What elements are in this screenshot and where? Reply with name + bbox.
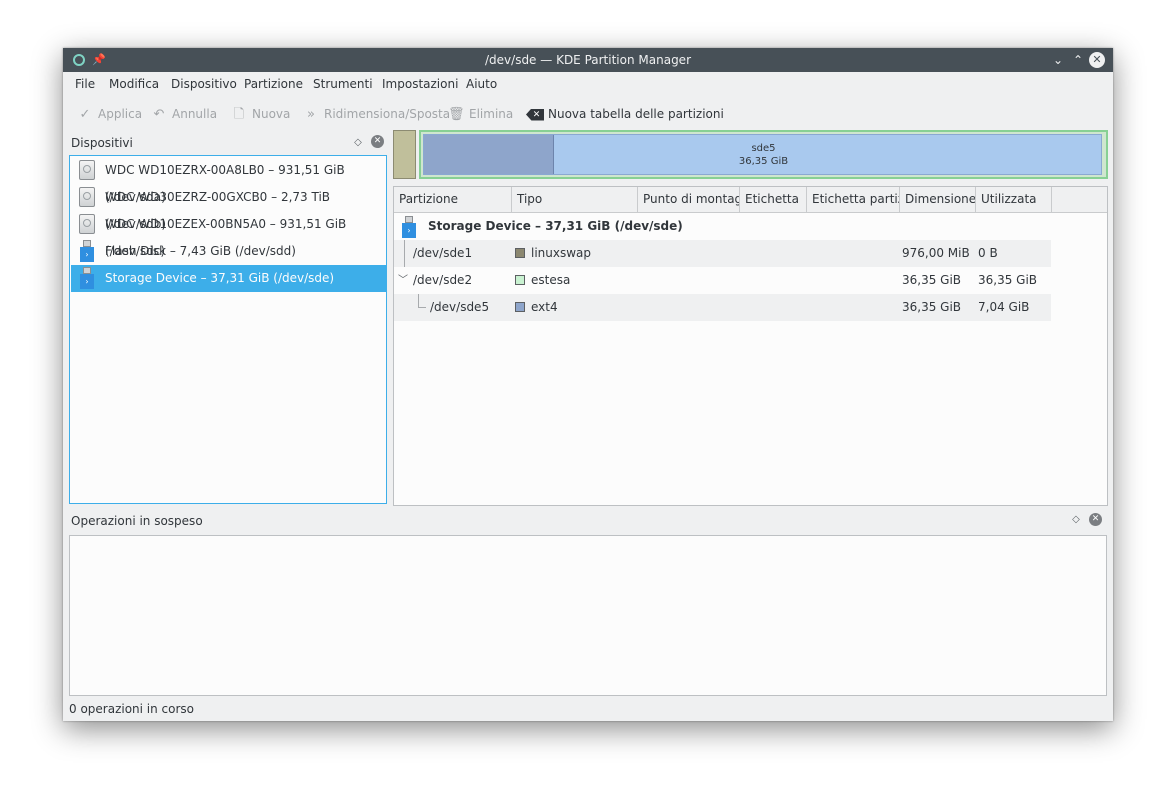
close-dock-icon[interactable]: ✕	[371, 135, 384, 148]
column-header-utilizzata[interactable]: Utilizzata	[976, 187, 1052, 212]
new-label: Nuova	[252, 107, 291, 121]
menu-partizione[interactable]: Partizione	[244, 72, 303, 96]
device-label: Flash Disk – 7,43 GiB (/dev/sdd)	[105, 244, 296, 258]
partition-size: 36,35 GiB	[902, 273, 962, 287]
column-header-dimensione[interactable]: Dimensione	[900, 187, 976, 212]
usb-drive-icon: ›	[80, 240, 94, 262]
filesystem-color-swatch	[515, 275, 525, 285]
device-label: Storage Device – 37,31 GiB (/dev/sde)	[105, 271, 335, 285]
partition-bar-label: sde5	[751, 143, 776, 154]
device-row-label: Storage Device – 37,31 GiB (/dev/sde)	[428, 219, 683, 233]
column-header-tipo[interactable]: Tipo	[512, 187, 638, 212]
column-header-punto-di-montaggio[interactable]: Punto di montagg	[638, 187, 740, 212]
close-dock-icon[interactable]: ✕	[1089, 513, 1102, 526]
undo-button[interactable]: ↶ Annulla	[151, 102, 218, 126]
device-row[interactable]: › Storage Device – 37,31 GiB (/dev/sde)	[394, 213, 1107, 240]
menu-dispositivo[interactable]: Dispositivo	[171, 72, 237, 96]
partition-type: estesa	[531, 273, 571, 287]
table-row[interactable]: /dev/sde5 ext4 36,35 GiB 7,04 GiB	[394, 294, 1051, 321]
title-bar[interactable]: 📌 /dev/sde — KDE Partition Manager ⌄ ⌃ ✕	[63, 48, 1113, 72]
trash-icon: 🗑	[448, 107, 465, 122]
tree-line	[418, 307, 426, 308]
partition-used: 0 B	[978, 246, 998, 260]
device-item-sda[interactable]: WDC WD10EZRX-00A8LB0 – 931,51 GiB (/dev/…	[71, 157, 387, 204]
new-partition-button[interactable]: 🗋 Nuova	[231, 102, 291, 126]
tree-line	[418, 294, 419, 307]
delete-label: Elimina	[469, 107, 514, 121]
clear-table-icon: ✕	[526, 108, 544, 121]
apply-button[interactable]: ✓ Applica	[77, 102, 143, 126]
resize-label: Ridimensiona/Sposta	[324, 107, 451, 121]
column-header-etichetta-partizione[interactable]: Etichetta partizic	[807, 187, 900, 212]
status-text: 0 operazioni in corso	[69, 702, 195, 716]
new-document-icon: 🗋	[233, 107, 245, 122]
device-item-sdc[interactable]: WDC WD10EZEX-00BN5A0 – 931,51 GiB (/dev/…	[71, 211, 387, 258]
table-row[interactable]: ﹀ /dev/sde2 estesa 36,35 GiB 36,35 GiB	[394, 267, 1051, 294]
partition-size: 36,35 GiB	[902, 300, 962, 314]
menu-impostazioni[interactable]: Impostazioni	[382, 72, 458, 96]
pending-operations-title: Operazioni in sospeso	[71, 514, 203, 528]
partition-bar-sde1[interactable]	[393, 130, 416, 179]
partition-used-fill	[424, 135, 554, 174]
devices-list: WDC WD10EZRX-00A8LB0 – 931,51 GiB (/dev/…	[69, 155, 387, 504]
partition-type: ext4	[531, 300, 558, 314]
column-header-etichetta[interactable]: Etichetta	[740, 187, 807, 212]
menu-modifica[interactable]: Modifica	[109, 72, 159, 96]
menu-aiuto[interactable]: Aiuto	[466, 72, 497, 96]
toolbar: ✓ Applica ↶ Annulla 🗋 Nuova » Ridimensiona/S…	[63, 100, 1113, 128]
new-partition-table-button[interactable]: ✕ Nuova tabella delle partizioni	[526, 102, 724, 126]
checkmark-icon: ✓	[79, 107, 91, 122]
main-window: 📌 /dev/sde — KDE Partition Manager ⌄ ⌃ ✕…	[63, 48, 1113, 721]
minimize-button[interactable]: ⌄	[1049, 51, 1067, 69]
column-header-partizione[interactable]: Partizione	[394, 187, 512, 212]
chevron-down-icon[interactable]: ﹀	[398, 267, 408, 294]
undo-icon: ↶	[153, 107, 165, 122]
partition-bar-sde2[interactable]: sde5 36,35 GiB	[419, 130, 1108, 179]
float-dock-icon[interactable]: ◇	[1070, 510, 1082, 530]
resize-arrows-icon: »	[307, 107, 315, 122]
usb-drive-icon: ›	[402, 216, 416, 238]
apply-label: Applica	[98, 107, 143, 121]
float-dock-icon[interactable]: ◇	[352, 133, 364, 153]
filesystem-color-swatch	[515, 302, 525, 312]
partition-name: /dev/sde5	[430, 300, 490, 314]
device-item-sdb[interactable]: WDC WD30EZRZ-00GXCB0 – 2,73 TiB (/dev/sd…	[71, 184, 387, 231]
hdd-icon	[79, 160, 95, 180]
partition-name: /dev/sde1	[413, 246, 473, 260]
new-table-label: Nuova tabella delle partizioni	[548, 107, 724, 121]
close-window-button[interactable]: ✕	[1089, 52, 1105, 68]
partition-type: linuxswap	[531, 246, 592, 260]
filesystem-color-swatch	[515, 248, 525, 258]
resize-move-button[interactable]: » Ridimensiona/Sposta	[303, 102, 450, 126]
usb-drive-icon: ›	[80, 267, 94, 289]
tree-line	[404, 240, 405, 267]
partition-table: Partizione Tipo Punto di montagg Etichet…	[393, 186, 1108, 506]
partition-used: 7,04 GiB	[978, 300, 1030, 314]
menu-strumenti[interactable]: Strumenti	[313, 72, 373, 96]
menu-bar: File Modifica Dispositivo Partizione Str…	[63, 72, 1113, 96]
hdd-icon	[79, 187, 95, 207]
partition-size: 976,00 MiB	[902, 246, 970, 260]
table-row[interactable]: /dev/sde1 linuxswap 976,00 MiB 0 B	[394, 240, 1051, 267]
undo-label: Annulla	[172, 107, 218, 121]
partition-bar-size: 36,35 GiB	[738, 156, 789, 167]
maximize-button[interactable]: ⌃	[1069, 51, 1087, 69]
partition-name: /dev/sde2	[413, 273, 473, 287]
pending-operations-list	[69, 535, 1107, 696]
device-item-sde[interactable]: › Storage Device – 37,31 GiB (/dev/sde)	[71, 265, 387, 292]
window-title: /dev/sde — KDE Partition Manager	[485, 53, 691, 67]
devices-dock-title: Dispositivi	[71, 136, 133, 150]
device-item-sdd[interactable]: › Flash Disk – 7,43 GiB (/dev/sdd)	[71, 238, 387, 265]
delete-button[interactable]: 🗑 Elimina	[448, 102, 513, 126]
hdd-icon	[79, 214, 95, 234]
menu-file[interactable]: File	[75, 72, 95, 96]
partition-table-header: Partizione Tipo Punto di montagg Etichet…	[394, 187, 1107, 213]
partition-bar-sde5[interactable]: sde5 36,35 GiB	[423, 134, 1102, 175]
partition-used: 36,35 GiB	[978, 273, 1038, 287]
